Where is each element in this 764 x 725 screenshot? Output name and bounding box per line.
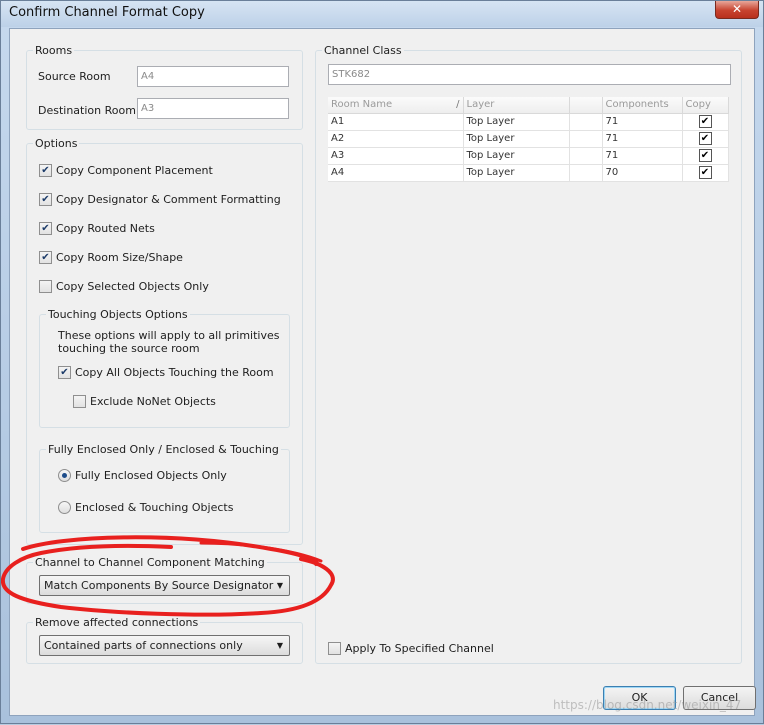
radio-label: Enclosed & Touching Objects: [75, 501, 234, 514]
column-header-room-name[interactable]: Room Name /: [328, 97, 464, 114]
table-row[interactable]: A4 Top Layer 70 ✔: [328, 164, 729, 182]
destination-room-label: Destination Room: [38, 104, 136, 117]
components-cell: 70: [602, 164, 683, 182]
dialog-window: Confirm Channel Format Copy ✕ Rooms Sour…: [0, 0, 764, 724]
checkbox-label: Copy Designator & Comment Formatting: [56, 193, 281, 206]
room-name-cell: A3: [328, 147, 464, 165]
fully-enclosed-radio[interactable]: Fully Enclosed Objects Only: [58, 469, 227, 482]
table-row[interactable]: A1 Top Layer 71 ✔: [328, 113, 729, 131]
checkbox-label: Copy All Objects Touching the Room: [75, 366, 274, 379]
room-name-cell: A1: [328, 113, 464, 131]
enclosed-mode-group: Fully Enclosed Only / Enclosed & Touchin…: [39, 443, 290, 533]
touching-note-line2: touching the source room: [58, 342, 200, 355]
checkbox-empty-icon: [73, 395, 86, 408]
checkbox-label: Copy Room Size/Shape: [56, 251, 183, 264]
checkbox-label: Copy Selected Objects Only: [56, 280, 209, 293]
enclosed-touching-radio[interactable]: Enclosed & Touching Objects: [58, 501, 233, 514]
checkbox-check-icon: ✔: [58, 366, 71, 379]
copy-all-objects-touching-checkbox[interactable]: ✔ Copy All Objects Touching the Room: [58, 366, 274, 379]
checkbox-label: Exclude NoNet Objects: [90, 395, 216, 408]
room-name-cell: A4: [328, 164, 464, 182]
column-header-layer[interactable]: Layer: [463, 97, 570, 114]
components-cell: 71: [602, 113, 683, 131]
layer-cell: Top Layer: [463, 130, 570, 148]
channel-class-legend: Channel Class: [324, 44, 402, 57]
exclude-nonet-objects-checkbox[interactable]: Exclude NoNet Objects: [73, 395, 216, 408]
component-matching-dropdown[interactable]: Match Components By Source Designator ▼: [39, 575, 290, 596]
components-cell: 71: [602, 147, 683, 165]
layer-cell: Top Layer: [463, 113, 570, 131]
remove-connections-dropdown[interactable]: Contained parts of connections only ▼: [39, 635, 290, 656]
watermark-url: https://blog.csdn.net/weixin_47: [553, 698, 742, 712]
blank-cell: [569, 147, 603, 165]
copy-selected-objects-only-checkbox[interactable]: Copy Selected Objects Only: [39, 280, 209, 293]
blank-cell: [569, 164, 603, 182]
checkbox-label: Copy Routed Nets: [56, 222, 155, 235]
dropdown-value: Contained parts of connections only: [44, 639, 243, 652]
components-cell: 71: [602, 130, 683, 148]
copy-cell[interactable]: ✔: [682, 164, 729, 182]
source-room-field[interactable]: A4: [137, 66, 289, 87]
dialog-client-area: Rooms Source Room A4 Destination Room A3…: [9, 28, 756, 716]
window-title: Confirm Channel Format Copy: [9, 5, 205, 20]
copy-checkbox-check-icon[interactable]: ✔: [698, 149, 712, 162]
copy-cell[interactable]: ✔: [682, 147, 729, 165]
table-row[interactable]: A2 Top Layer 71 ✔: [328, 130, 729, 148]
rooms-legend: Rooms: [35, 44, 73, 57]
copy-room-size-shape-checkbox[interactable]: ✔ Copy Room Size/Shape: [39, 251, 183, 264]
copy-routed-nets-checkbox[interactable]: ✔ Copy Routed Nets: [39, 222, 155, 235]
blank-cell: [569, 113, 603, 131]
layer-cell: Top Layer: [463, 164, 570, 182]
room-name-cell: A2: [328, 130, 464, 148]
copy-checkbox-check-icon[interactable]: ✔: [698, 115, 712, 128]
copy-designator-formatting-checkbox[interactable]: ✔ Copy Designator & Comment Formatting: [39, 193, 281, 206]
remove-connections-legend: Remove affected connections: [35, 616, 199, 629]
options-legend: Options: [35, 137, 78, 150]
radio-empty-icon: [58, 501, 71, 514]
checkbox-check-icon: ✔: [39, 251, 52, 264]
blank-cell: [569, 130, 603, 148]
source-room-label: Source Room: [38, 70, 111, 83]
component-matching-legend: Channel to Channel Component Matching: [35, 556, 265, 569]
channel-class-field[interactable]: STK682: [328, 64, 731, 85]
channel-rooms-table: Room Name / Layer Components Copy A1 Top …: [328, 97, 729, 182]
table-row[interactable]: A3 Top Layer 71 ✔: [328, 147, 729, 165]
radio-selected-icon: [58, 469, 71, 482]
checkbox-check-icon: ✔: [39, 222, 52, 235]
copy-component-placement-checkbox[interactable]: ✔ Copy Component Placement: [39, 164, 213, 177]
copy-checkbox-check-icon[interactable]: ✔: [698, 166, 712, 179]
chevron-down-icon: ▼: [276, 641, 283, 650]
radio-label: Fully Enclosed Objects Only: [75, 469, 227, 482]
checkbox-label: Copy Component Placement: [56, 164, 213, 177]
touching-note-line1: These options will apply to all primitiv…: [58, 329, 280, 342]
copy-cell[interactable]: ✔: [682, 113, 729, 131]
chevron-down-icon: ▼: [276, 581, 283, 590]
column-header-copy[interactable]: Copy: [682, 97, 729, 114]
checkbox-check-icon: ✔: [39, 193, 52, 206]
destination-room-field[interactable]: A3: [137, 98, 289, 119]
copy-checkbox-check-icon[interactable]: ✔: [698, 132, 712, 145]
touching-objects-legend: Touching Objects Options: [48, 308, 188, 321]
checkbox-empty-icon: [39, 280, 52, 293]
close-button[interactable]: ✕: [715, 1, 759, 19]
copy-cell[interactable]: ✔: [682, 130, 729, 148]
checkbox-label: Apply To Specified Channel: [345, 642, 494, 655]
enclosed-mode-legend: Fully Enclosed Only / Enclosed & Touchin…: [48, 443, 279, 456]
apply-to-specified-channel-checkbox[interactable]: Apply To Specified Channel: [328, 642, 494, 655]
title-bar[interactable]: Confirm Channel Format Copy ✕: [1, 1, 763, 27]
dropdown-value: Match Components By Source Designator: [44, 579, 274, 592]
checkbox-empty-icon: [328, 642, 341, 655]
checkbox-check-icon: ✔: [39, 164, 52, 177]
column-header-components[interactable]: Components: [602, 97, 683, 114]
layer-cell: Top Layer: [463, 147, 570, 165]
column-header-blank[interactable]: [569, 97, 603, 114]
sort-icon: /: [456, 99, 460, 111]
close-icon: ✕: [731, 2, 743, 16]
table-header-row: Room Name / Layer Components Copy: [328, 97, 729, 114]
